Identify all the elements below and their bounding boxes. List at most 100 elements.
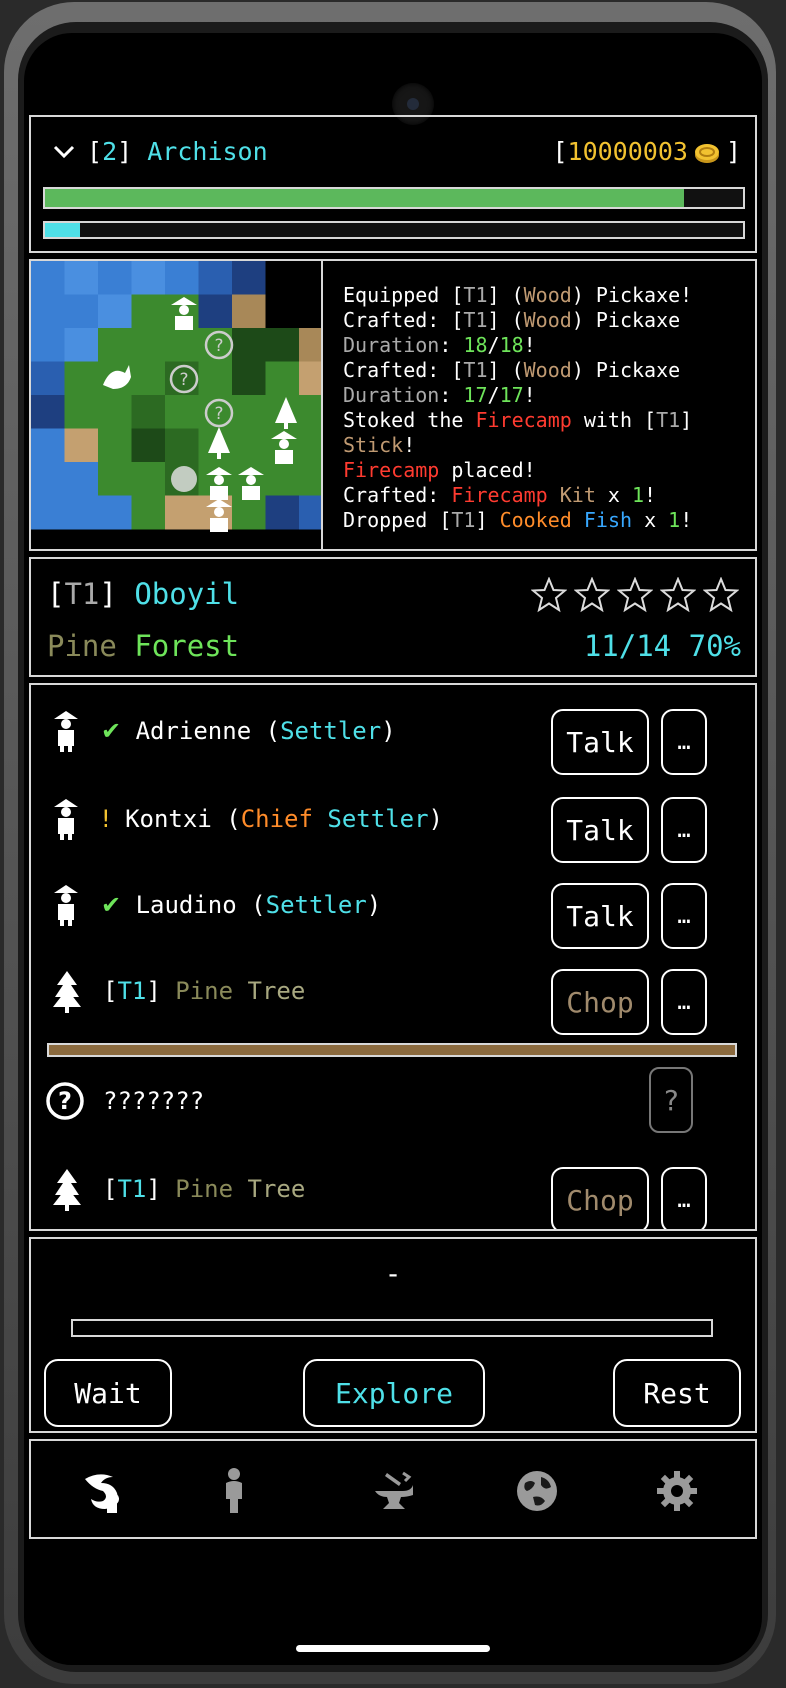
log-segment: 18: [463, 333, 488, 357]
resource-health-fill: [49, 1045, 735, 1055]
map-tile: [265, 462, 300, 496]
map-tile: [265, 261, 300, 295]
npc-role: Settler: [265, 891, 367, 919]
map-bush-icon: [171, 466, 197, 492]
home-indicator[interactable]: [296, 1645, 490, 1652]
collapse-chevron-icon[interactable]: [51, 139, 77, 165]
map-tile: [299, 428, 321, 463]
talk-button[interactable]: Talk: [551, 797, 649, 863]
unknown-icon: ?: [45, 1081, 85, 1125]
log-line: Equipped [T1] (Wood) Pickaxe!: [343, 283, 747, 308]
log-segment: Equipped [: [343, 283, 464, 307]
npc-row[interactable]: ! Kontxi (Chief Settler) Talk…: [31, 785, 755, 863]
talk-button[interactable]: Talk: [551, 883, 649, 949]
resource-row[interactable]: [T1] Pine Tree Chop…: [31, 957, 755, 1057]
npc-name: Laudino: [135, 891, 237, 919]
status-icon: ✔: [101, 717, 122, 745]
more-options-button[interactable]: …: [661, 969, 707, 1035]
more-options-button[interactable]: …: [661, 797, 707, 863]
map-tile: [64, 294, 99, 329]
svg-text:?: ?: [214, 336, 223, 356]
log-segment: ) Pickaxe: [571, 358, 681, 382]
map-tile: [131, 261, 166, 295]
rating-star-icon: [702, 576, 740, 613]
more-options-button[interactable]: …: [661, 709, 707, 775]
location-title: [T1] Oboyil: [47, 577, 240, 611]
log-segment: x: [632, 508, 669, 532]
player-name: Archison: [147, 137, 268, 166]
map-tile: [31, 328, 65, 362]
npc-name: Adrienne: [135, 717, 252, 745]
resource-row[interactable]: [T1] Pine Tree Chop…: [31, 1155, 755, 1229]
map-tile: [198, 294, 233, 329]
log-line: Crafted: Firecamp Kit x 1!: [343, 483, 747, 508]
biome-word-1: Pine: [47, 629, 117, 663]
chief-settler-icon: [53, 797, 79, 845]
character-nav-icon[interactable]: [219, 1467, 249, 1515]
log-segment: T1: [463, 308, 488, 332]
log-segment: Stick: [343, 433, 404, 457]
log-segment: 17: [463, 383, 488, 407]
map-tile: [131, 428, 166, 463]
map-tile: [64, 428, 99, 463]
map-tile: [31, 428, 65, 463]
gold-display: [10000003 ]: [552, 137, 741, 166]
settings-nav-icon[interactable]: [655, 1469, 699, 1513]
chop-button[interactable]: Chop: [551, 1167, 649, 1229]
map-tile: [299, 395, 321, 429]
npc-role-2: Settler: [327, 805, 429, 833]
wait-button[interactable]: Wait: [44, 1359, 172, 1427]
map-tile: [265, 361, 300, 396]
log-segment: ) Pickaxe: [571, 308, 681, 332]
npc-role-1: Chief: [240, 805, 313, 833]
map-tile: [31, 462, 65, 496]
log-segment: !: [403, 433, 416, 457]
world-nav-icon[interactable]: [515, 1469, 559, 1513]
npc-row[interactable]: ✔ Adrienne (Settler) Talk…: [31, 697, 755, 775]
resource-name-1: Pine: [175, 1175, 234, 1203]
bottom-nav: [29, 1439, 757, 1539]
world-map[interactable]: ???: [31, 261, 321, 549]
gold-amount: 10000003: [567, 137, 688, 166]
rest-button[interactable]: Rest: [613, 1359, 741, 1427]
map-tile: [31, 261, 65, 295]
crafting-nav-icon[interactable]: [371, 1469, 417, 1515]
log-segment: Fish: [583, 508, 633, 532]
explore-nav-icon[interactable]: [79, 1469, 125, 1515]
status-icon: !: [101, 805, 111, 833]
map-tile: [131, 395, 166, 429]
log-line: Firecamp placed!: [343, 458, 747, 483]
map-tile: [131, 361, 166, 396]
map-tile: [232, 495, 266, 530]
progress-count: 11/14: [583, 629, 672, 663]
map-tile: [299, 495, 321, 530]
svg-text:?: ?: [214, 404, 223, 424]
log-segment: Stoked the: [343, 408, 476, 432]
more-options-button[interactable]: …: [661, 883, 707, 949]
log-segment: with [: [571, 408, 657, 432]
explore-button[interactable]: Explore: [303, 1359, 485, 1427]
entity-name: ✔ Laudino (Settler): [101, 891, 382, 919]
more-options-button[interactable]: …: [661, 1167, 707, 1229]
settler-icon: [53, 883, 79, 931]
talk-button[interactable]: Talk: [551, 709, 649, 775]
health-bar: [43, 187, 745, 209]
log-segment: ]: [475, 508, 500, 532]
npc-row[interactable]: ✔ Laudino (Settler) Talk…: [31, 871, 755, 949]
log-segment: Kit: [559, 483, 596, 507]
map-tile: [299, 294, 321, 329]
unknown-row[interactable]: ?????????: [31, 1067, 755, 1137]
log-segment: T1: [463, 283, 488, 307]
unknown-action-button[interactable]: ?: [649, 1067, 693, 1133]
log-segment: 1: [632, 483, 645, 507]
log-segment: !: [644, 483, 657, 507]
log-segment: /: [487, 383, 500, 407]
chop-button[interactable]: Chop: [551, 969, 649, 1035]
entity-list[interactable]: ✔ Adrienne (Settler) Talk… ! Kontxi (Chief…: [29, 683, 757, 1231]
map-tile: [64, 495, 99, 530]
log-line: Crafted: [T1] (Wood) Pickaxe: [343, 358, 747, 383]
map-tile: [165, 428, 199, 463]
map-tile: [64, 261, 99, 295]
log-segment: Wood: [523, 358, 572, 382]
log-segment: !: [523, 383, 536, 407]
